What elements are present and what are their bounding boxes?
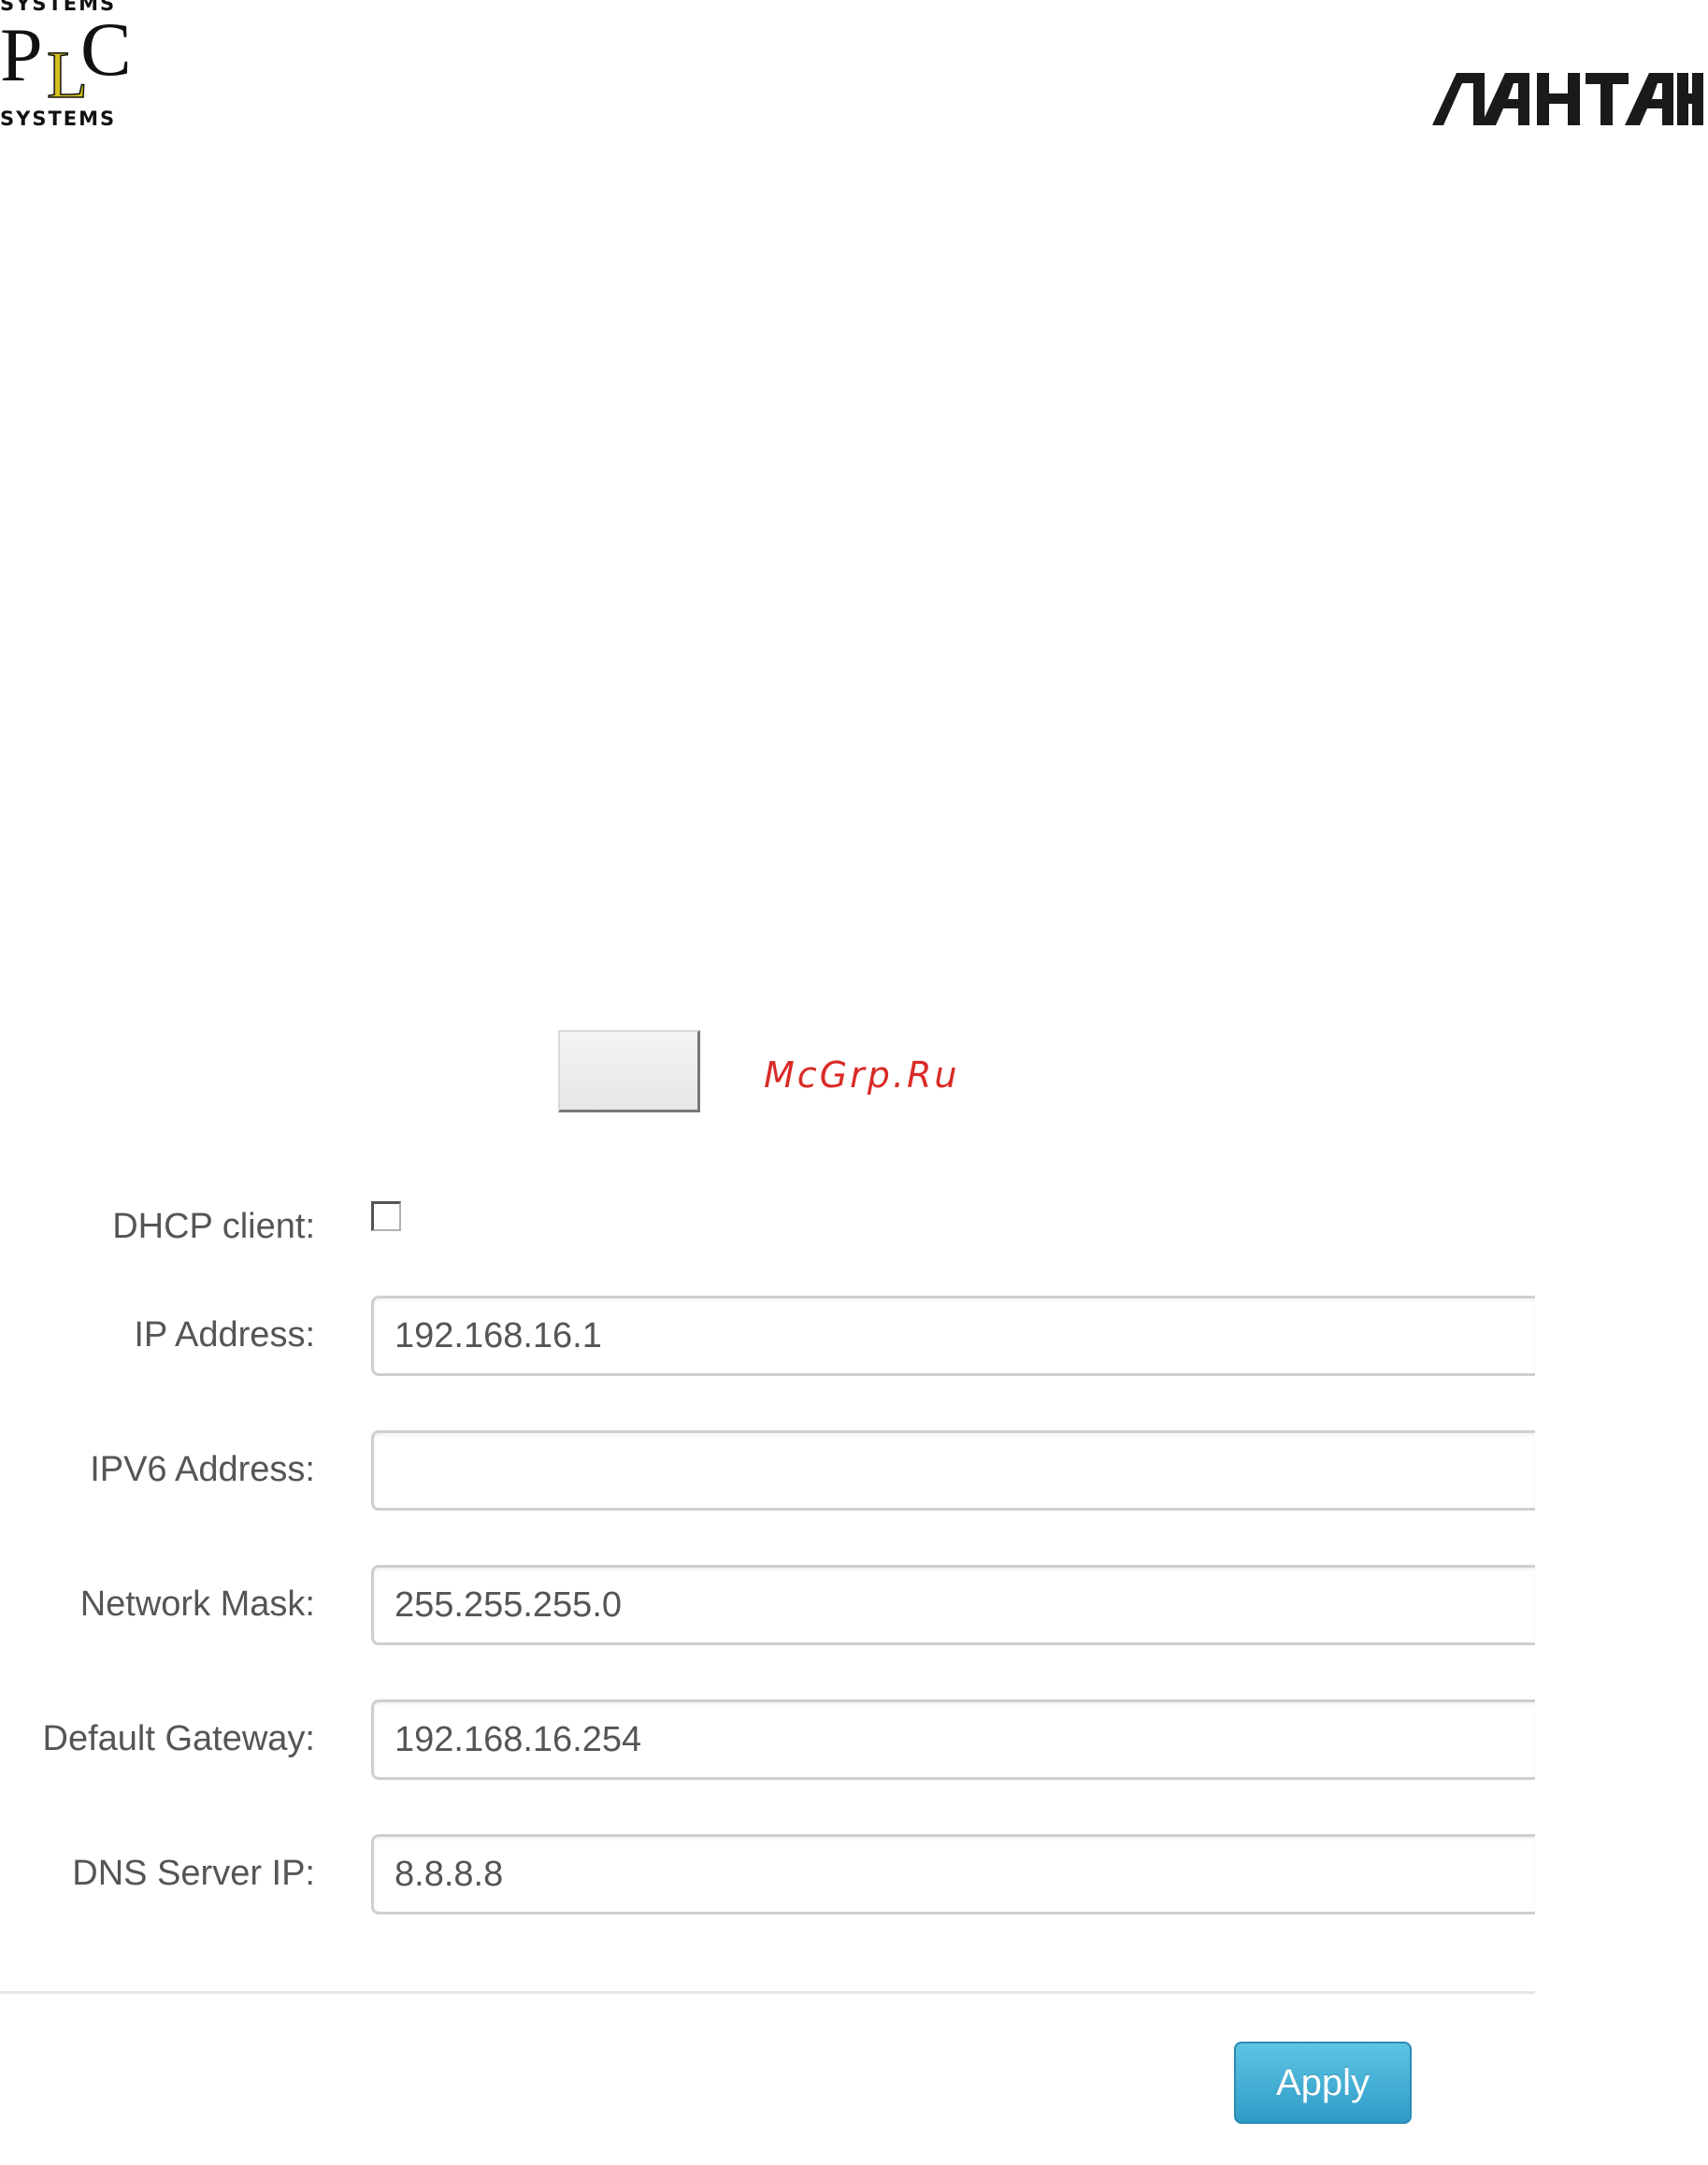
dns-server-ip-label: DNS Server IP: bbox=[72, 1854, 315, 1893]
logo-bottom-word: SYSTEMS bbox=[0, 108, 117, 130]
lantan-logo-graphic bbox=[1432, 73, 1703, 125]
logo-mark: P L C bbox=[0, 7, 132, 110]
network-mask-input[interactable] bbox=[371, 1565, 1535, 1645]
ip-address-label: IP Address: bbox=[134, 1315, 315, 1355]
blank-action-button[interactable] bbox=[558, 1030, 700, 1112]
dhcp-client-label: DHCP client: bbox=[112, 1207, 315, 1246]
default-gateway-label: Default Gateway: bbox=[42, 1719, 315, 1758]
logo-letter-p: P bbox=[0, 12, 43, 97]
ipv6-address-input[interactable] bbox=[371, 1430, 1535, 1511]
dhcp-client-checkbox[interactable] bbox=[371, 1201, 401, 1231]
dns-server-ip-input[interactable] bbox=[371, 1834, 1535, 1914]
network-mask-label: Network Mask: bbox=[79, 1584, 315, 1624]
mcgrp-link[interactable]: McGrp.Ru bbox=[764, 1054, 959, 1096]
ip-address-input[interactable] bbox=[371, 1296, 1535, 1376]
logo-letter-c: C bbox=[80, 7, 132, 92]
apply-button[interactable]: Apply bbox=[1234, 2042, 1412, 2124]
plc-systems-logo: SYSTEMS P L C SYSTEMS bbox=[0, 0, 132, 131]
default-gateway-input[interactable] bbox=[371, 1699, 1535, 1780]
lantan-logo bbox=[1432, 71, 1703, 127]
form-divider bbox=[0, 1991, 1535, 1994]
ipv6-address-label: IPV6 Address: bbox=[90, 1450, 315, 1489]
